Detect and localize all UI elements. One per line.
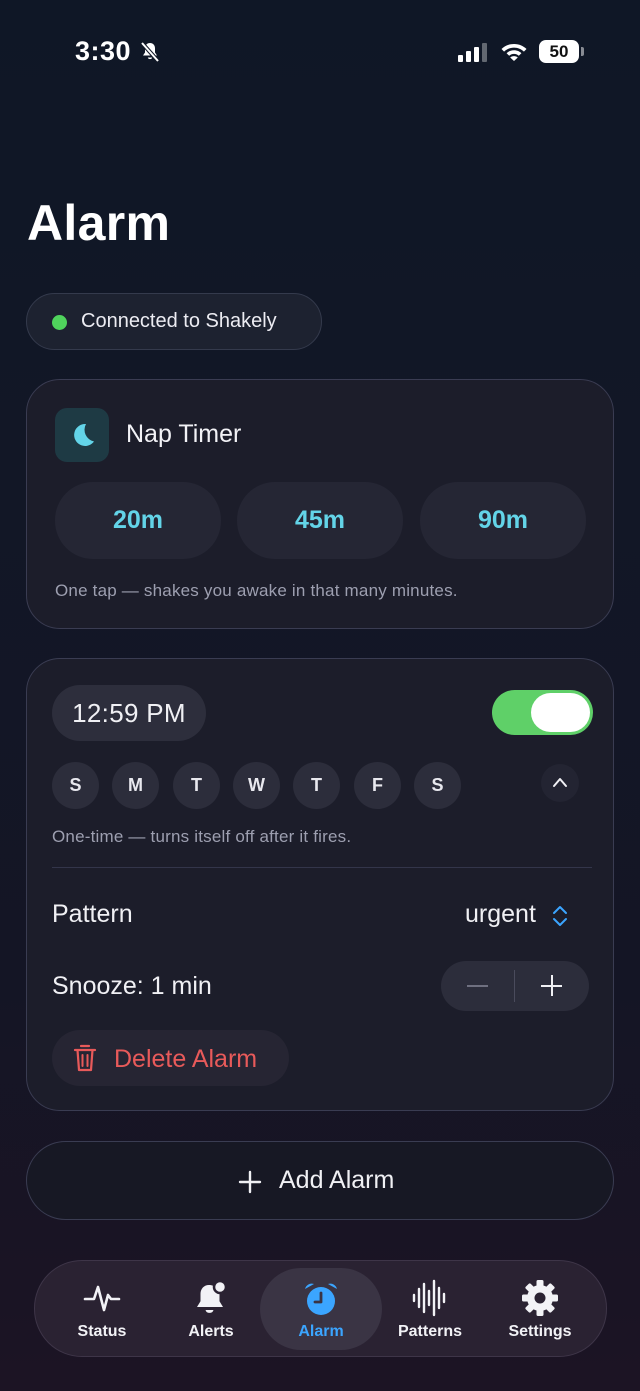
connection-status-pill: Connected to Shakely [26, 293, 322, 350]
status-bar: 3:30 50 [0, 0, 640, 100]
chevron-up-down-icon[interactable] [552, 904, 568, 928]
gear-icon [522, 1280, 558, 1316]
moon-icon [74, 423, 94, 446]
bell-off-icon [140, 41, 160, 63]
day-sunday[interactable]: S [52, 762, 99, 809]
bell-badge-icon [197, 1279, 228, 1313]
delete-alarm-label: Delete Alarm [114, 1045, 258, 1073]
snooze-label: Snooze: 1 min [52, 972, 212, 1000]
add-alarm-button[interactable]: Add Alarm [26, 1141, 614, 1220]
tab-patterns[interactable]: Patterns [375, 1261, 485, 1356]
battery-indicator: 50 [539, 40, 579, 63]
nap-90m-button[interactable]: 90m [420, 482, 586, 559]
delete-alarm-button[interactable]: Delete Alarm [52, 1030, 289, 1086]
tab-alarm-label: Alarm [298, 1323, 344, 1340]
status-time: 3:30 [75, 36, 132, 66]
add-alarm-label: Add Alarm [279, 1166, 395, 1194]
tab-settings[interactable]: Settings [485, 1261, 595, 1356]
day-friday[interactable]: F [354, 762, 401, 809]
nap-20m-button[interactable]: 20m [55, 482, 221, 559]
day-wednesday[interactable]: W [233, 762, 280, 809]
toggle-knob [531, 693, 590, 732]
tab-status[interactable]: Status [47, 1261, 157, 1356]
nap-timer-title: Nap Timer [126, 420, 242, 448]
waveform-icon [412, 1279, 446, 1317]
plus-icon [238, 1170, 262, 1194]
tab-patterns-label: Patterns [397, 1323, 463, 1340]
moon-icon-tile [55, 408, 109, 462]
tab-alarm[interactable]: Alarm [260, 1268, 382, 1350]
nap-timer-caption: One tap — shakes you awake in that many … [55, 581, 458, 600]
divider [52, 867, 592, 868]
nap-45m-button[interactable]: 45m [237, 482, 403, 559]
connection-label: Connected to Shakely [81, 310, 277, 332]
tab-settings-label: Settings [508, 1323, 572, 1340]
trash-icon [73, 1044, 97, 1072]
tab-alerts-label: Alerts [188, 1323, 234, 1340]
pattern-picker[interactable]: urgent [465, 900, 536, 929]
snooze-increment-button[interactable] [515, 961, 589, 1011]
day-saturday[interactable]: S [414, 762, 461, 809]
tab-alerts[interactable]: Alerts [156, 1261, 266, 1356]
wifi-icon [501, 44, 527, 61]
day-thursday[interactable]: T [293, 762, 340, 809]
nap-timer-card: Nap Timer 20m 45m 90m One tap — shakes y… [26, 379, 614, 629]
cellular-signal-icon [458, 43, 487, 62]
alarm-clock-icon [305, 1283, 337, 1315]
snooze-stepper [441, 961, 589, 1011]
tab-status-label: Status [77, 1323, 127, 1340]
alarm-enabled-toggle[interactable] [492, 690, 593, 735]
battery-cap [581, 47, 584, 56]
snooze-decrement-button[interactable] [441, 961, 514, 1011]
page-title: Alarm [27, 195, 171, 251]
day-monday[interactable]: M [112, 762, 159, 809]
chevron-up-icon [553, 778, 567, 787]
alarm-card: 12:59 PM S M T W T F S One-time — turns … [26, 658, 614, 1111]
day-tuesday[interactable]: T [173, 762, 220, 809]
alarm-time-button[interactable]: 12:59 PM [52, 685, 206, 741]
connected-dot-icon [52, 315, 67, 330]
heartbeat-icon [83, 1285, 121, 1312]
pattern-label: Pattern [52, 900, 133, 928]
tab-bar: Status Alerts Alarm Patterns Settings [34, 1260, 607, 1357]
alarm-caption: One-time — turns itself off after it fir… [52, 827, 352, 846]
collapse-button[interactable] [541, 764, 579, 802]
